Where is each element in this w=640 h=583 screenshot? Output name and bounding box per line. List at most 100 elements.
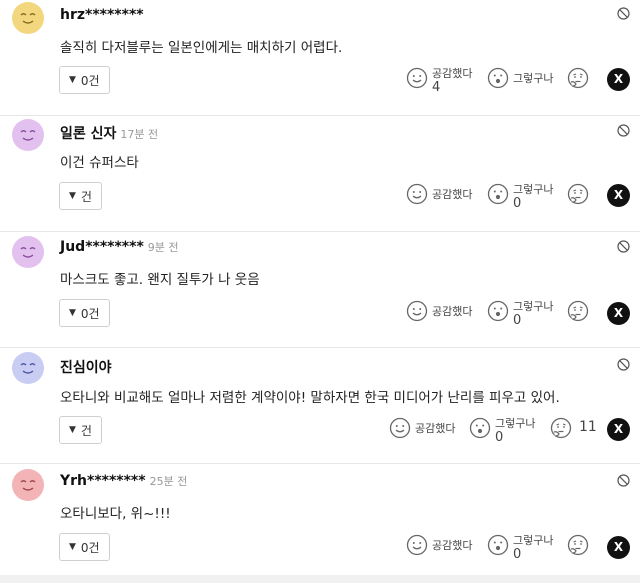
report-icon[interactable]: [617, 472, 630, 487]
thinking-reaction-button[interactable]: [567, 300, 589, 322]
reply-toggle-button[interactable]: ▼ 0건: [59, 66, 110, 94]
comment-item: Yrh******** 25분 전 오타니보다, 위~!!! ▼ 0건 공감했다 그…: [0, 464, 640, 575]
thinking-face-icon: [567, 300, 589, 322]
author-name[interactable]: Jud********: [60, 239, 144, 255]
surprise-reaction-button[interactable]: 그렇구나 0: [487, 300, 553, 328]
author-name[interactable]: 일론 신자: [60, 126, 116, 142]
comment-item: hrz******** 솔직히 다저블루는 일본인에게는 매치하기 어렵다. ▼…: [0, 0, 640, 116]
empathy-reaction-button[interactable]: 공감했다: [406, 534, 472, 556]
reply-count-label: 0건: [80, 540, 100, 555]
comment-author-line: 일론 신자 17분 전: [60, 123, 158, 143]
comment-time: 25분 전: [149, 475, 188, 488]
reply-count-label: 0건: [80, 306, 100, 321]
report-icon[interactable]: [617, 238, 630, 253]
smile-icon: [406, 300, 428, 322]
thinking-face-icon: [567, 183, 589, 205]
empathy-label: 공감했다: [432, 305, 473, 318]
surprise-label: 그렇구나: [513, 183, 554, 196]
comment-author-line: 진심이야: [60, 357, 116, 377]
comment-text: 솔직히 다저블루는 일본인에게는 매치하기 어렵다.: [60, 40, 343, 56]
comment-text: 오타니와 비교해도 얼마나 저렴한 계약이야! 말하자면 한국 미디어가 난리를…: [60, 390, 560, 406]
triangle-down-icon: ▼: [69, 308, 76, 318]
reply-toggle-button[interactable]: ▼ 0건: [59, 299, 110, 327]
surprise-reaction-button[interactable]: 그렇구나: [487, 67, 553, 89]
empathy-label: 공감했다: [432, 539, 473, 552]
avatar: [12, 352, 44, 384]
report-icon[interactable]: [617, 5, 630, 20]
thinking-face-icon: [567, 67, 589, 89]
x-share-icon[interactable]: X: [607, 418, 630, 441]
smile-icon: [406, 534, 428, 556]
surprise-label: 그렇구나: [495, 417, 536, 430]
triangle-down-icon: ▼: [69, 191, 76, 201]
x-share-icon[interactable]: X: [607, 184, 630, 207]
reply-toggle-button[interactable]: ▼ 0건: [59, 533, 110, 561]
empathy-reaction-button[interactable]: 공감했다 4: [406, 67, 472, 95]
triangle-down-icon: ▼: [69, 75, 76, 85]
comment-author-line: Jud******** 9분 전: [60, 239, 179, 255]
empathy-label: 공감했다: [432, 188, 473, 201]
surprised-face-icon: [469, 417, 491, 439]
surprise-label: 그렇구나: [513, 300, 554, 313]
x-share-icon[interactable]: X: [607, 302, 630, 325]
comment-text: 이건 슈퍼스타: [60, 155, 139, 171]
empathy-count: 4: [432, 80, 441, 95]
reply-count-label: 0건: [80, 73, 100, 88]
thinking-reaction-button[interactable]: [567, 534, 589, 556]
comment-text: 마스크도 좋고. 왠지 질투가 나 웃음: [60, 272, 260, 288]
thinking-count: 11: [579, 419, 597, 435]
avatar: [12, 469, 44, 501]
surprise-reaction-button[interactable]: 그렇구나 0: [487, 183, 553, 211]
comment-item: Jud******** 9분 전 마스크도 좋고. 왠지 질투가 나 웃음 ▼ 0건…: [0, 232, 640, 348]
x-share-icon[interactable]: X: [607, 536, 630, 559]
report-icon[interactable]: [617, 356, 630, 371]
reply-toggle-button[interactable]: ▼ 건: [59, 182, 102, 210]
surprised-face-icon: [487, 300, 509, 322]
reply-toggle-button[interactable]: ▼ 건: [59, 416, 102, 444]
thinking-reaction-button[interactable]: [567, 183, 589, 205]
empathy-label: 공감했다: [432, 67, 473, 80]
reply-count-label: 건: [80, 189, 92, 204]
triangle-down-icon: ▼: [69, 542, 76, 552]
empathy-reaction-button[interactable]: 공감했다: [406, 183, 472, 205]
empathy-reaction-button[interactable]: 공감했다: [406, 300, 472, 322]
surprise-reaction-button[interactable]: 그렇구나 0: [469, 417, 535, 445]
surprise-count: 0: [513, 547, 522, 562]
thinking-reaction-button[interactable]: 11: [550, 417, 597, 439]
author-name[interactable]: Yrh********: [60, 473, 146, 489]
surprise-label: 그렇구나: [513, 72, 554, 85]
comment-author-line: hrz********: [60, 7, 148, 23]
empathy-reaction-button[interactable]: 공감했다: [389, 417, 455, 439]
surprise-reaction-button[interactable]: 그렇구나 0: [487, 534, 553, 562]
surprise-label: 그렇구나: [513, 534, 554, 547]
thinking-face-icon: [550, 417, 572, 439]
surprise-count: 0: [495, 430, 504, 445]
comment-author-line: Yrh******** 25분 전: [60, 473, 187, 489]
surprise-count: 0: [513, 196, 522, 211]
x-share-icon[interactable]: X: [607, 68, 630, 91]
avatar: [12, 2, 44, 34]
comment-time: 17분 전: [120, 128, 159, 141]
smile-icon: [406, 183, 428, 205]
avatar: [12, 236, 44, 268]
surprised-face-icon: [487, 67, 509, 89]
empathy-label: 공감했다: [415, 422, 456, 435]
comment-item: 일론 신자 17분 전 이건 슈퍼스타 ▼ 건 공감했다 그렇구나 0 X: [0, 116, 640, 232]
comment-time: 9분 전: [147, 241, 179, 254]
surprise-count: 0: [513, 313, 522, 328]
author-name[interactable]: hrz********: [60, 7, 144, 23]
page-bottom-divider: [0, 575, 640, 583]
surprised-face-icon: [487, 534, 509, 556]
thinking-reaction-button[interactable]: [567, 67, 589, 89]
smile-icon: [406, 67, 428, 89]
author-name[interactable]: 진심이야: [60, 360, 112, 376]
report-icon[interactable]: [617, 122, 630, 137]
thinking-face-icon: [567, 534, 589, 556]
smile-icon: [389, 417, 411, 439]
triangle-down-icon: ▼: [69, 425, 76, 435]
surprised-face-icon: [487, 183, 509, 205]
avatar: [12, 119, 44, 151]
comment-text: 오타니보다, 위~!!!: [60, 506, 171, 522]
reply-count-label: 건: [80, 423, 92, 438]
comment-item: 진심이야 오타니와 비교해도 얼마나 저렴한 계약이야! 말하자면 한국 미디어…: [0, 348, 640, 464]
